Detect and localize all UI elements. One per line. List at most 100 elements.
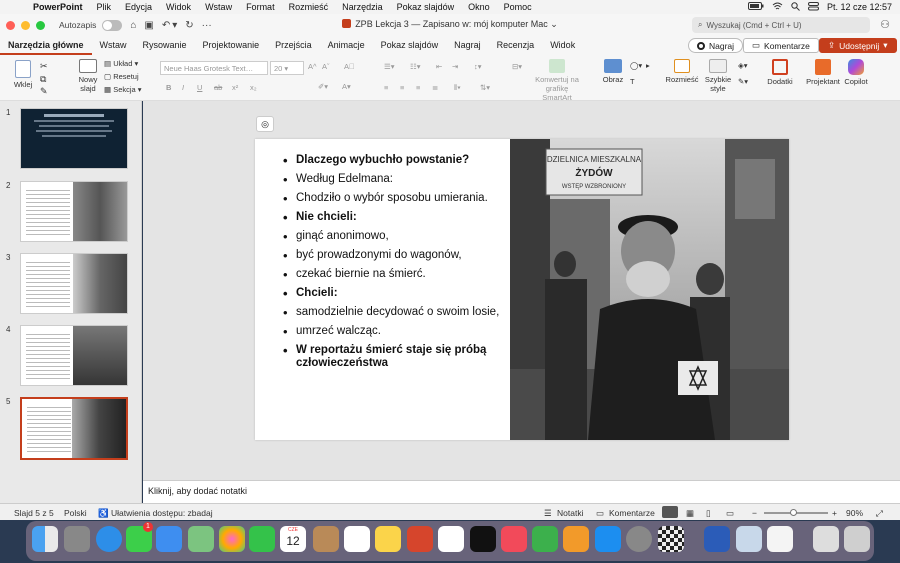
trash-icon[interactable] — [844, 526, 870, 552]
slide-bullet-list[interactable]: Dlaczego wybuchło powstanie? Według Edel… — [283, 154, 503, 376]
maps-icon[interactable] — [188, 526, 214, 552]
grow-font-icon[interactable]: A^ — [308, 62, 317, 71]
finder-icon[interactable] — [32, 526, 58, 552]
clear-format-icon[interactable]: A⃠ — [344, 62, 355, 71]
cut-icon[interactable]: ✂ — [40, 61, 48, 72]
numbering-icon[interactable]: ☷▾ — [410, 62, 421, 71]
normal-view-icon[interactable] — [662, 506, 678, 518]
zoom-level[interactable]: 90% — [846, 508, 863, 518]
calendar-icon[interactable]: CZE 12 — [280, 526, 306, 552]
chess-icon[interactable] — [658, 526, 684, 552]
safari-icon[interactable] — [96, 526, 122, 552]
tab-transitions[interactable]: Przejścia — [267, 36, 320, 55]
shapes-icon[interactable]: ◯▾ — [630, 61, 642, 70]
downloads-stack-icon[interactable] — [813, 526, 839, 552]
slide-thumbnail-5[interactable] — [20, 397, 128, 460]
collaborate-icon[interactable]: ⚇ — [880, 18, 890, 31]
notes-app-icon[interactable] — [375, 526, 401, 552]
zoom-in-icon[interactable]: + — [832, 508, 837, 518]
subscript-icon[interactable]: x₂ — [250, 83, 257, 92]
shape-outline-icon[interactable]: ✎▾ — [738, 77, 748, 86]
autosave-toggle[interactable] — [102, 19, 123, 31]
menu-slideshow[interactable]: Pokaz slajdów — [390, 2, 462, 12]
tab-animations[interactable]: Animacje — [320, 36, 373, 55]
menu-format[interactable]: Format — [239, 2, 282, 12]
reset-button[interactable]: ▢ Resetuj — [104, 72, 139, 81]
shape-fill-icon[interactable]: ◈▾ — [738, 61, 748, 70]
facetime-icon[interactable] — [249, 526, 275, 552]
menu-insert[interactable]: Wstaw — [198, 2, 239, 12]
decrease-indent-icon[interactable]: ⇤ — [436, 62, 442, 71]
powerpoint-icon[interactable] — [407, 526, 433, 552]
music-icon[interactable] — [501, 526, 527, 552]
designer-button[interactable]: Projektant — [806, 59, 840, 86]
home-icon[interactable]: ⌂ — [130, 20, 136, 31]
tab-home[interactable]: Narzędzia główne — [0, 36, 92, 55]
highlight-icon[interactable]: ✐▾ — [318, 82, 328, 91]
minimize-window-button[interactable] — [21, 20, 30, 30]
justify-icon[interactable]: ≣ — [432, 83, 438, 92]
system-settings-icon[interactable] — [626, 526, 652, 552]
align-left-icon[interactable]: ≡ — [384, 83, 388, 92]
undo-dropdown-icon[interactable]: ▾ — [172, 20, 177, 31]
comments-icon[interactable]: ▭ — [596, 508, 604, 519]
contacts-icon[interactable] — [313, 526, 339, 552]
underline-icon[interactable]: U — [197, 83, 202, 92]
copilot-button[interactable]: Copilot — [842, 59, 870, 86]
bold-icon[interactable]: B — [166, 83, 171, 92]
increase-indent-icon[interactable]: ⇥ — [452, 62, 458, 71]
convert-smartart-button[interactable]: Konwertuj na grafikę SmartArt — [530, 59, 584, 102]
search-field[interactable]: ⌕ Wyszukaj (Cmd + Ctrl + U) — [692, 17, 870, 33]
fit-to-window-icon[interactable]: ⤢ — [876, 508, 883, 519]
more-icon[interactable]: ··· — [202, 20, 212, 31]
font-name-dropdown[interactable]: Neue Haas Grotesk Text… — [160, 61, 268, 75]
slide-thumbnail-4[interactable] — [20, 325, 128, 386]
share-button[interactable]: ⇪ Udostępnij ▾ — [819, 38, 897, 53]
record-button[interactable]: Nagraj — [688, 38, 744, 53]
language-status[interactable]: Polski — [64, 508, 87, 518]
line-spacing-icon[interactable]: ↕▾ — [474, 62, 482, 71]
photos-icon[interactable] — [219, 526, 245, 552]
align-right-icon[interactable]: ≡ — [416, 83, 420, 92]
layout-button[interactable]: ▤ Układ ▾ — [104, 59, 138, 68]
freeform-icon[interactable] — [438, 526, 464, 552]
menu-edit[interactable]: Edycja — [118, 2, 159, 12]
ghetto-photo[interactable]: DZIELNICA MIESZKALNA ŻYDÓW WSTĘP WZBRONI… — [510, 139, 789, 440]
font-color-icon[interactable]: A▾ — [342, 82, 351, 91]
launchpad-icon[interactable] — [64, 526, 90, 552]
text-direction-icon[interactable]: ⇅▾ — [480, 83, 490, 92]
reminders-icon[interactable] — [344, 526, 370, 552]
copy-icon[interactable]: ⧉ — [40, 74, 46, 85]
columns-icon[interactable]: ⫴▾ — [454, 83, 461, 93]
menu-arrange[interactable]: Rozmieść — [282, 2, 336, 12]
menu-help[interactable]: Pomoc — [497, 2, 539, 12]
tab-review[interactable]: Recenzja — [489, 36, 543, 55]
tab-record[interactable]: Nagraj — [446, 36, 489, 55]
menu-file[interactable]: Plik — [90, 2, 119, 12]
comments-button[interactable]: ▭ Komentarze — [743, 38, 819, 53]
slideshow-view-icon[interactable]: ▭ — [726, 508, 734, 519]
pages-icon[interactable] — [563, 526, 589, 552]
battery-icon[interactable] — [747, 2, 764, 12]
notes-toggle[interactable]: Notatki — [557, 508, 583, 518]
tab-slideshow[interactable]: Pokaz slajdów — [373, 36, 447, 55]
reading-view-icon[interactable]: ▯ — [706, 508, 711, 519]
comments-toggle[interactable]: Komentarze — [609, 508, 655, 518]
zoom-out-icon[interactable]: − — [752, 508, 757, 518]
shrink-font-icon[interactable]: Aˇ — [322, 62, 330, 71]
menu-tools[interactable]: Narzędzia — [335, 2, 390, 12]
slide-thumbnail-3[interactable] — [20, 253, 128, 314]
tab-draw[interactable]: Rysowanie — [135, 36, 195, 55]
numbers-icon[interactable] — [532, 526, 558, 552]
textedit-icon[interactable] — [767, 526, 793, 552]
accessibility-status[interactable]: Ułatwienia dostępu: zbadaj — [111, 508, 213, 518]
italic-icon[interactable]: I — [182, 83, 184, 92]
zoom-slider-handle[interactable] — [790, 509, 797, 516]
format-painter-icon[interactable]: ✎ — [40, 86, 48, 97]
section-button[interactable]: ▦ Sekcja ▾ — [104, 85, 142, 94]
app-store-icon[interactable] — [595, 526, 621, 552]
tab-design[interactable]: Projektowanie — [195, 36, 268, 55]
menu-window[interactable]: Okno — [461, 2, 497, 12]
addins-button[interactable]: Dodatki — [764, 59, 796, 86]
menu-view[interactable]: Widok — [159, 2, 198, 12]
